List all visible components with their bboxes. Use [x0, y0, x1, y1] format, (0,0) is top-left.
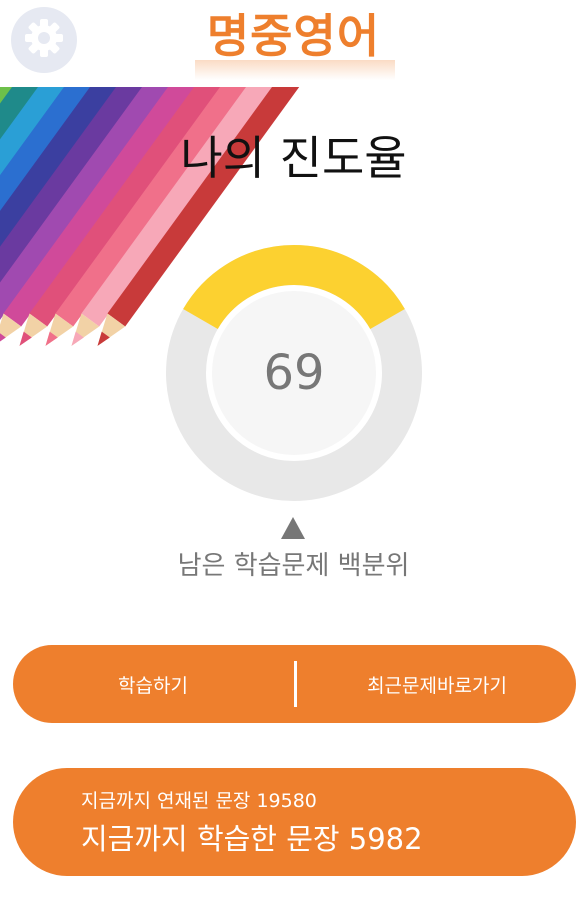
serialized-count: 지금까지 연재된 문장 19580: [81, 790, 317, 812]
divider: [294, 661, 297, 707]
progress-caption: 남은 학습문제 백분위: [177, 551, 410, 581]
triangle-up-icon: [281, 517, 305, 539]
app-title: 명중영어: [206, 9, 381, 63]
stats-panel: 지금까지 연재된 문장 19580 지금까지 학습한 문장 5982: [13, 768, 576, 876]
recent-question-button[interactable]: 최근문제바로가기: [298, 645, 576, 723]
study-button[interactable]: 학습하기: [13, 645, 293, 723]
action-bar: 학습하기 최근문제바로가기: [13, 645, 576, 723]
learned-count: 지금까지 학습한 문장 5982: [81, 822, 423, 856]
page-heading: 나의 진도율: [180, 131, 407, 185]
progress-value: 69: [263, 345, 325, 401]
title-reflection: [195, 60, 395, 80]
